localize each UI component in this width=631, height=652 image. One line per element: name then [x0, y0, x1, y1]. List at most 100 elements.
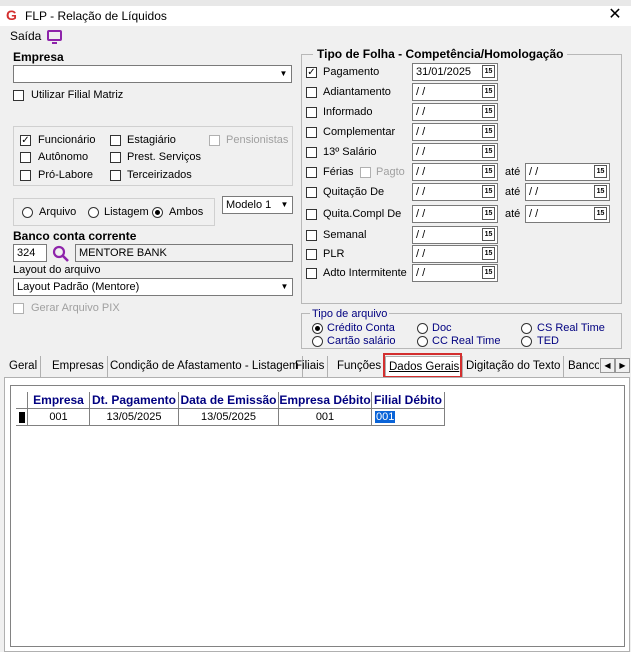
funcionario-checkbox[interactable]: ✓	[20, 135, 31, 146]
adto-intermitente-date-input[interactable]: / / 15	[412, 264, 498, 282]
grid-cell-empresa-debito[interactable]: 001	[279, 409, 372, 426]
quitacao-date-ate-value: / /	[529, 186, 539, 198]
grid-header-empresa-debito[interactable]: Empresa Débito	[279, 392, 372, 409]
tab-empresas[interactable]: Empresas	[49, 356, 108, 377]
tab-highlight-box	[383, 353, 462, 378]
ferias-checkbox[interactable]	[306, 167, 317, 178]
adiantamento-date-input[interactable]: / / 15	[412, 83, 498, 101]
cc-real-time-radio[interactable]	[417, 336, 428, 347]
ferias-date-ate-input[interactable]: / / 15	[525, 163, 610, 181]
grid-cell-filial-debito[interactable]: 001	[372, 409, 445, 426]
calendar-icon[interactable]: 15	[482, 145, 495, 158]
estagiario-checkbox[interactable]	[110, 135, 121, 146]
quita-compl-checkbox[interactable]	[306, 209, 317, 220]
close-icon[interactable]: ✕	[605, 6, 625, 24]
calendar-icon[interactable]: 15	[482, 207, 495, 220]
calendar-icon[interactable]: 15	[482, 105, 495, 118]
ate-label: até	[505, 208, 521, 220]
credito-conta-radio[interactable]	[312, 323, 323, 334]
tab-scroll-right-icon[interactable]: ▶	[615, 358, 630, 373]
tipo-folha-header: Tipo de Folha - Competência/Homologação	[313, 47, 568, 61]
grid-header-dt-pagamento[interactable]: Dt. Pagamento	[90, 392, 179, 409]
tab-banco[interactable]: Banco	[565, 356, 599, 377]
tab-digitacao-texto[interactable]: Digitação do Texto	[463, 356, 565, 377]
calendar-icon[interactable]: 15	[482, 185, 495, 198]
banco-code-input[interactable]: 324	[13, 244, 47, 262]
chevron-down-icon[interactable]: ▼	[276, 66, 291, 82]
ferias-date-input[interactable]: / / 15	[412, 163, 498, 181]
grid-header-empresa[interactable]: Empresa	[28, 392, 90, 409]
pensionistas-checkbox[interactable]	[209, 135, 220, 146]
complementar-date-value: / /	[416, 126, 426, 138]
empresa-combo[interactable]: ▼	[13, 65, 292, 83]
row-indicator[interactable]	[16, 409, 28, 426]
utilizar-filial-checkbox[interactable]	[13, 90, 24, 101]
prest-servicos-checkbox[interactable]	[110, 152, 121, 163]
pro-labore-checkbox[interactable]	[20, 170, 31, 181]
plr-checkbox[interactable]	[306, 249, 317, 260]
grid-cell-dt-pagamento[interactable]: 13/05/2025	[90, 409, 179, 426]
grid-cell-empresa[interactable]: 001	[28, 409, 90, 426]
tipo-arquivo-label: Tipo de arquivo	[310, 308, 390, 320]
quitacao-date-input[interactable]: / / 15	[412, 183, 498, 201]
informado-date-input[interactable]: / / 15	[412, 103, 498, 121]
complementar-label: Complementar	[323, 126, 396, 138]
chevron-down-icon[interactable]: ▼	[277, 197, 292, 213]
calendar-icon[interactable]: 15	[482, 228, 495, 241]
semanal-date-value: / /	[416, 229, 426, 241]
layout-combo[interactable]: Layout Padrão (Mentore) ▼	[13, 278, 293, 296]
adto-intermitente-checkbox[interactable]	[306, 268, 317, 279]
calendar-icon[interactable]: 15	[594, 165, 607, 178]
calendar-icon[interactable]: 15	[482, 165, 495, 178]
tab-filiais[interactable]: Filiais	[292, 356, 329, 377]
tab-condicao-afastamento[interactable]: Condição de Afastamento - Listagem	[107, 356, 303, 377]
quita-compl-date-input[interactable]: / / 15	[412, 205, 498, 223]
calendar-icon[interactable]: 15	[482, 85, 495, 98]
decimo-terceiro-checkbox[interactable]	[306, 147, 317, 158]
semanal-date-input[interactable]: / / 15	[412, 226, 498, 244]
calendar-icon[interactable]: 15	[594, 185, 607, 198]
grid-header-filial-debito[interactable]: Filial Débito	[372, 392, 445, 409]
menu-saida[interactable]: Saída	[10, 29, 41, 43]
quitacao-checkbox[interactable]	[306, 187, 317, 198]
empresa-label: Empresa	[13, 50, 64, 64]
autonomo-checkbox[interactable]	[20, 152, 31, 163]
calendar-icon[interactable]: 15	[482, 65, 495, 78]
listagem-radio[interactable]	[88, 207, 99, 218]
plr-date-input[interactable]: / / 15	[412, 245, 498, 263]
terceirizados-checkbox[interactable]	[110, 170, 121, 181]
calendar-icon[interactable]: 15	[482, 247, 495, 260]
gerar-pix-checkbox[interactable]	[13, 303, 24, 314]
monitor-icon[interactable]	[47, 30, 62, 44]
quita-compl-date-ate-input[interactable]: / / 15	[525, 205, 610, 223]
cartao-salario-radio[interactable]	[312, 336, 323, 347]
decimo-terceiro-date-input[interactable]: / / 15	[412, 143, 498, 161]
modelo-combo[interactable]: Modelo 1 ▼	[222, 196, 293, 214]
grid-header-data-emissao[interactable]: Data de Emissão	[179, 392, 279, 409]
ted-radio[interactable]	[521, 336, 532, 347]
informado-checkbox[interactable]	[306, 107, 317, 118]
calendar-icon[interactable]: 15	[594, 207, 607, 220]
ambos-radio[interactable]	[152, 207, 163, 218]
semanal-label: Semanal	[323, 229, 367, 241]
tab-geral[interactable]: Geral	[6, 356, 42, 377]
grid-cell-data-emissao[interactable]: 13/05/2025	[179, 409, 279, 426]
arquivo-radio[interactable]	[22, 207, 33, 218]
search-icon[interactable]	[52, 245, 70, 263]
cs-real-time-radio[interactable]	[521, 323, 532, 334]
complementar-checkbox[interactable]	[306, 127, 317, 138]
quitacao-date-ate-input[interactable]: / / 15	[525, 183, 610, 201]
adiantamento-date-value: / /	[416, 86, 426, 98]
chevron-down-icon[interactable]: ▼	[277, 279, 292, 295]
adiantamento-checkbox[interactable]	[306, 87, 317, 98]
complementar-date-input[interactable]: / / 15	[412, 123, 498, 141]
calendar-icon[interactable]: 15	[482, 266, 495, 279]
semanal-checkbox[interactable]	[306, 230, 317, 241]
tab-scroll-left-icon[interactable]: ◀	[600, 358, 615, 373]
pagamento-checkbox[interactable]: ✓	[306, 67, 317, 78]
doc-radio[interactable]	[417, 323, 428, 334]
ferias-pagto-checkbox[interactable]	[360, 167, 371, 178]
pagamento-date-input[interactable]: 31/01/2025 15	[412, 63, 498, 81]
tab-funcoes[interactable]: Funções	[334, 356, 386, 377]
calendar-icon[interactable]: 15	[482, 125, 495, 138]
